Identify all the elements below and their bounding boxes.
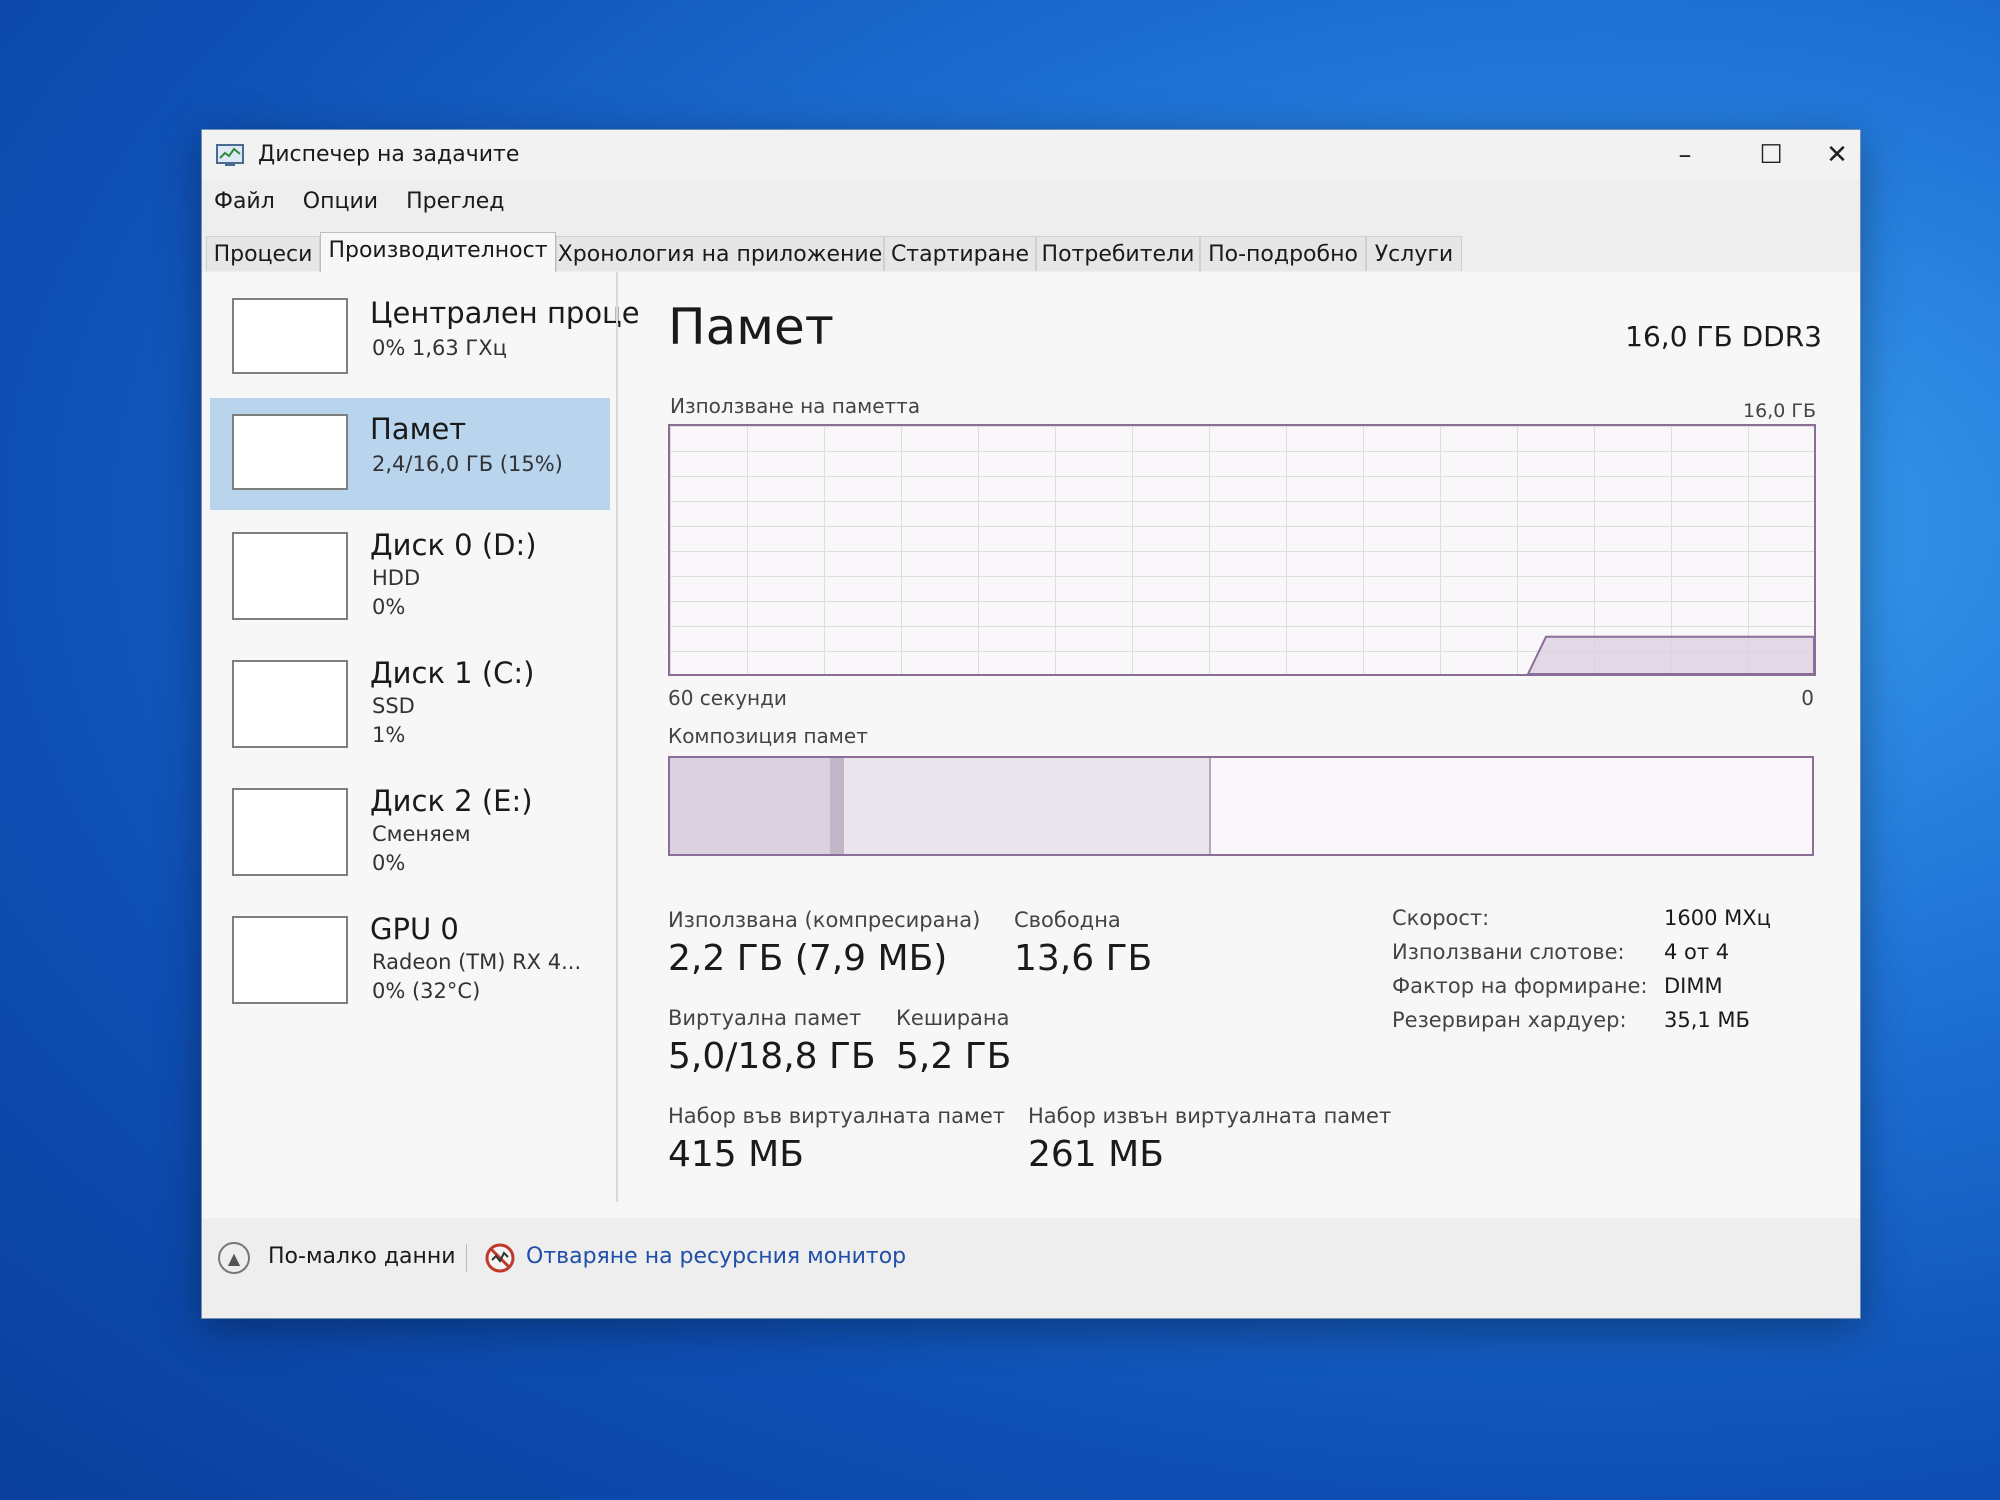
sidebar-item-label: Памет [370, 412, 467, 446]
sidebar-item-memory[interactable]: Памет 2,4/16,0 ГБ (15%) [210, 398, 610, 510]
sidebar-item-detail: 2,4/16,0 ГБ (15%) [372, 452, 563, 476]
window-title: Диспечер на задачите [258, 142, 520, 167]
sidebar-item-type: SSD [372, 694, 415, 718]
sidebar-divider[interactable] [616, 272, 618, 1202]
tab-users[interactable]: Потребители [1036, 236, 1200, 271]
menu-bar: Файл Опции Преглед [202, 184, 504, 220]
disk1-thumbnail [232, 660, 348, 748]
nonpaged-pool-value: 261 МБ [1028, 1134, 1164, 1175]
chart-time-left: 60 секунди [668, 686, 787, 710]
sidebar-item-detail: 0% 1,63 ГХц [372, 336, 507, 360]
virtual-label: Виртуална памет [668, 1006, 862, 1030]
usage-chart-label: Използване на паметта [670, 394, 921, 418]
performance-content: Централен проце 0% 1,63 ГХц Памет 2,4/16… [202, 272, 1860, 1218]
sidebar-item-cpu[interactable]: Централен проце 0% 1,63 ГХц [210, 282, 640, 392]
task-manager-icon [216, 144, 244, 166]
sidebar-item-model: Radeon (TM) RX 4... [372, 950, 582, 974]
open-resource-monitor-link[interactable]: Отваряне на ресурсния монитор [526, 1244, 906, 1269]
sidebar-item-label: Диск 1 (C:) [370, 656, 535, 690]
minimize-button[interactable]: – [1642, 130, 1728, 180]
memory-thumbnail [232, 414, 348, 490]
fewer-details-button[interactable]: По-малко данни [268, 1244, 456, 1269]
speed-label: Скорост: [1392, 906, 1490, 930]
cpu-thumbnail [232, 298, 348, 374]
menu-file[interactable]: Файл [214, 184, 275, 220]
menu-view[interactable]: Преглед [406, 184, 504, 220]
memory-type: 16,0 ГБ DDR3 [1625, 320, 1822, 353]
memory-usage-chart [668, 424, 1816, 676]
sidebar-item-disk2[interactable]: Диск 2 (E:) Сменяем 0% [210, 772, 610, 896]
sidebar-item-label: Диск 0 (D:) [370, 528, 537, 562]
tab-app-history[interactable]: Хронология на приложение [556, 236, 884, 271]
tab-startup[interactable]: Стартиране [884, 236, 1036, 271]
sidebar-item-disk1[interactable]: Диск 1 (C:) SSD 1% [210, 644, 610, 768]
title-bar[interactable]: Диспечер на задачите – ☐ ✕ [202, 130, 1860, 180]
hardware-reserved-label: Резервиран хардуер: [1392, 1008, 1627, 1032]
cached-label: Кеширана [896, 1006, 1010, 1030]
sidebar-item-type: HDD [372, 566, 421, 590]
usage-area [1526, 635, 1814, 674]
composition-standby[interactable] [843, 758, 1212, 854]
disk2-thumbnail [232, 788, 348, 876]
sidebar-item-type: Сменяем [372, 822, 471, 846]
form-factor-label: Фактор на формиране: [1392, 974, 1648, 998]
sidebar-item-detail: 0% [372, 595, 406, 619]
free-value: 13,6 ГБ [1014, 938, 1153, 979]
memory-panel: Памет 16,0 ГБ DDR3 Използване на паметта… [664, 272, 1844, 1218]
tab-bar: Процеси Производителност Хронология на п… [202, 232, 1860, 273]
sidebar-item-detail: 0% [372, 851, 406, 875]
resource-monitor-icon [485, 1243, 515, 1273]
slots-value: 4 от 4 [1664, 940, 1730, 964]
usage-chart-max: 16,0 ГБ [1743, 400, 1816, 422]
chevron-up-icon[interactable]: ▲ [218, 1242, 250, 1274]
resource-sidebar: Централен проце 0% 1,63 ГХц Памет 2,4/16… [202, 272, 640, 1218]
composition-in-use[interactable] [670, 758, 830, 854]
hardware-reserved-value: 35,1 МБ [1664, 1008, 1750, 1032]
gpu-thumbnail [232, 916, 348, 1004]
form-factor-value: DIMM [1664, 974, 1723, 998]
tab-performance[interactable]: Производителност [320, 232, 556, 273]
tab-processes[interactable]: Процеси [206, 236, 320, 271]
tab-details[interactable]: По-подробно [1200, 236, 1366, 271]
sidebar-item-label: GPU 0 [370, 912, 459, 946]
tab-services[interactable]: Услуги [1366, 236, 1462, 271]
memory-composition-bar[interactable] [668, 756, 1814, 856]
page-title: Памет [668, 298, 834, 356]
footer-separator [466, 1244, 467, 1272]
sidebar-item-detail: 0% (32°C) [372, 979, 481, 1003]
chart-time-right: 0 [1801, 686, 1814, 710]
sidebar-item-label: Централен проце [370, 296, 640, 330]
used-label: Използвана (компресирана) [668, 908, 981, 932]
sidebar-item-detail: 1% [372, 723, 406, 747]
usage-graph-svg [1526, 635, 1814, 674]
slots-label: Използвани слотове: [1392, 940, 1625, 964]
menu-options[interactable]: Опции [303, 184, 378, 220]
paged-pool-label: Набор във виртуалната памет [668, 1104, 1006, 1128]
nonpaged-pool-label: Набор извън виртуалната памет [1028, 1104, 1392, 1128]
free-label: Свободна [1014, 908, 1121, 932]
composition-modified[interactable] [829, 758, 844, 854]
virtual-value: 5,0/18,8 ГБ [668, 1036, 876, 1077]
composition-label: Композиция памет [668, 724, 868, 748]
sidebar-item-gpu[interactable]: GPU 0 Radeon (TM) RX 4... 0% (32°C) [210, 900, 610, 1024]
speed-value: 1600 MXц [1664, 906, 1771, 930]
disk0-thumbnail [232, 532, 348, 620]
close-button[interactable]: ✕ [1814, 130, 1860, 180]
used-value: 2,2 ГБ (7,9 МБ) [668, 938, 948, 979]
paged-pool-value: 415 МБ [668, 1134, 804, 1175]
sidebar-item-disk0[interactable]: Диск 0 (D:) HDD 0% [210, 516, 610, 638]
sidebar-item-label: Диск 2 (E:) [370, 784, 533, 818]
cached-value: 5,2 ГБ [896, 1036, 1012, 1077]
task-manager-window: Диспечер на задачите – ☐ ✕ Файл Опции Пр… [202, 130, 1860, 1318]
footer: ▲ По-малко данни Отваряне на ресурсния м… [202, 1230, 1860, 1290]
maximize-button[interactable]: ☐ [1728, 130, 1814, 180]
